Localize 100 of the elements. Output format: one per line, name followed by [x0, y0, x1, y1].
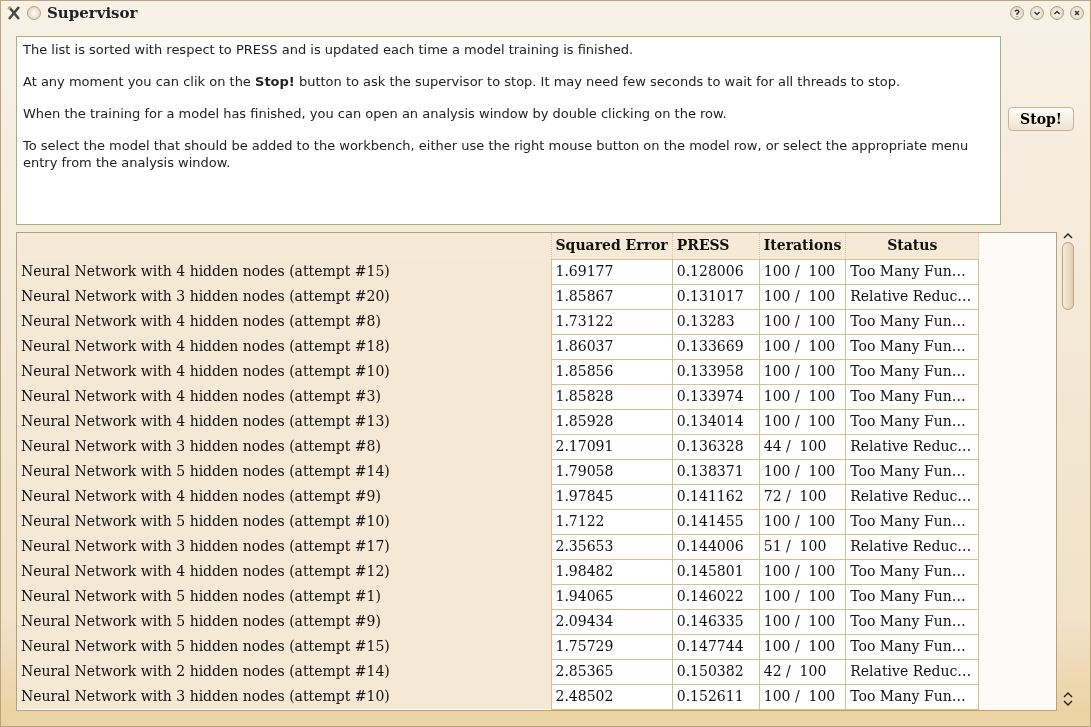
table-cell: 100 / 100 — [759, 634, 846, 659]
table-cell: 0.141162 — [672, 484, 760, 509]
row-header[interactable]: Neural Network with 4 hidden nodes (attempt #15) — [17, 259, 551, 284]
table-cell: 100 / 100 — [759, 409, 846, 434]
column-header[interactable]: Squared Error — [551, 233, 673, 259]
row-header[interactable]: Neural Network with 4 hidden nodes (attempt #12) — [17, 559, 551, 584]
table-cell: 2.17091 — [551, 434, 673, 459]
table-cell: 0.141455 — [672, 509, 760, 534]
table-cell: 100 / 100 — [759, 459, 846, 484]
table-cell: 1.85856 — [551, 359, 673, 384]
row-header[interactable]: Neural Network with 5 hidden nodes (attempt #14) — [17, 459, 551, 484]
window-app-icon — [7, 6, 21, 20]
table-cell: 100 / 100 — [759, 359, 846, 384]
table-cell: 2.35653 — [551, 534, 673, 559]
minimize-button[interactable] — [1030, 6, 1044, 20]
table-cell: 1.69177 — [551, 259, 673, 284]
close-icon — [1073, 9, 1081, 17]
table-cell: 0.146335 — [672, 609, 760, 634]
table-cell: Too Many Fun… — [845, 309, 979, 334]
table-cell: 42 / 100 — [759, 659, 846, 684]
chevron-up-icon — [1053, 9, 1061, 17]
table-cell: 0.146022 — [672, 584, 760, 609]
info-paragraph: At any moment you can clik on the Stop! button to ask the supervisor to stop. It may need few seconds to wait for all threads to stop. — [23, 73, 902, 90]
row-header[interactable]: Neural Network with 5 hidden nodes (attempt #15) — [17, 634, 551, 659]
window-title: Supervisor — [47, 2, 138, 24]
scroll-up-icon[interactable] — [1063, 691, 1073, 699]
table-cell: 100 / 100 — [759, 334, 846, 359]
column-header[interactable]: PRESS — [672, 233, 760, 259]
table-cell: 72 / 100 — [759, 484, 846, 509]
row-header[interactable]: Neural Network with 2 hidden nodes (attempt #14) — [17, 659, 551, 684]
column-header[interactable]: Iterations — [759, 233, 846, 259]
stop-button[interactable]: Stop! — [1008, 107, 1074, 131]
table-cell: Too Many Fun… — [845, 359, 979, 384]
table-cell: Too Many Fun… — [845, 384, 979, 409]
table-cell: 0.133958 — [672, 359, 760, 384]
table-cell: 51 / 100 — [759, 534, 846, 559]
table-cell: 2.48502 — [551, 684, 673, 709]
maximize-button[interactable] — [1050, 6, 1064, 20]
table-cell: 1.7122 — [551, 509, 673, 534]
row-header[interactable]: Neural Network with 3 hidden nodes (attempt #17) — [17, 534, 551, 559]
table-cell: 0.144006 — [672, 534, 760, 559]
table-cell: 0.13283 — [672, 309, 760, 334]
table-cell: 100 / 100 — [759, 259, 846, 284]
question-icon — [1013, 9, 1021, 17]
row-header[interactable]: Neural Network with 5 hidden nodes (attempt #1) — [17, 584, 551, 609]
table-cell: 1.85867 — [551, 284, 673, 309]
table-cell: Too Many Fun… — [845, 334, 979, 359]
table-cell: 100 / 100 — [759, 284, 846, 309]
row-header[interactable]: Neural Network with 4 hidden nodes (attempt #3) — [17, 384, 551, 409]
table-cell: Relative Reduc… — [845, 284, 979, 309]
scroll-down-icon[interactable] — [1063, 699, 1073, 707]
help-button[interactable] — [1010, 6, 1024, 20]
table-cell: 100 / 100 — [759, 559, 846, 584]
table-cell: Too Many Fun… — [845, 634, 979, 659]
table-cell: Relative Reduc… — [845, 534, 979, 559]
table-cell: 0.150382 — [672, 659, 760, 684]
table-cell: 0.131017 — [672, 284, 760, 309]
table-cell: Too Many Fun… — [845, 684, 979, 709]
table-cell: 0.128006 — [672, 259, 760, 284]
row-header[interactable]: Neural Network with 5 hidden nodes (attempt #9) — [17, 609, 551, 634]
table-cell: Too Many Fun… — [845, 409, 979, 434]
table-cell: Relative Reduc… — [845, 434, 979, 459]
table-cell: 100 / 100 — [759, 609, 846, 634]
table-cell: 1.86037 — [551, 334, 673, 359]
table-cell: Too Many Fun… — [845, 459, 979, 484]
table-cell: 2.85365 — [551, 659, 673, 684]
table-cell: 1.79058 — [551, 459, 673, 484]
row-header[interactable]: Neural Network with 3 hidden nodes (attempt #8) — [17, 434, 551, 459]
chevron-down-icon — [1033, 9, 1041, 17]
table-cell: 100 / 100 — [759, 509, 846, 534]
table-cell: Too Many Fun… — [845, 584, 979, 609]
table-cell: 0.152611 — [672, 684, 760, 709]
table-cell: 2.09434 — [551, 609, 673, 634]
row-header[interactable]: Neural Network with 3 hidden nodes (attempt #20) — [17, 284, 551, 309]
table-cell: Too Many Fun… — [845, 559, 979, 584]
table-cell: Too Many Fun… — [845, 609, 979, 634]
table-cell: 0.133669 — [672, 334, 760, 359]
info-paragraph: When the training for a model has finished, you can open an analysis window by double clicking on the row. — [23, 105, 728, 122]
scrollbar-thumb[interactable] — [1062, 242, 1074, 310]
column-header[interactable]: Status — [845, 233, 979, 259]
table-cell: 1.94065 — [551, 584, 673, 609]
table-cell: 100 / 100 — [759, 584, 846, 609]
row-header[interactable]: Neural Network with 3 hidden nodes (attempt #10) — [17, 684, 551, 709]
row-header[interactable]: Neural Network with 4 hidden nodes (attempt #13) — [17, 409, 551, 434]
table-cell: 1.98482 — [551, 559, 673, 584]
row-header[interactable]: Neural Network with 4 hidden nodes (attempt #9) — [17, 484, 551, 509]
row-header[interactable]: Neural Network with 4 hidden nodes (attempt #8) — [17, 309, 551, 334]
table-cell: Relative Reduc… — [845, 484, 979, 509]
table-cell: 100 / 100 — [759, 384, 846, 409]
table-cell: 100 / 100 — [759, 309, 846, 334]
table-cell: 100 / 100 — [759, 684, 846, 709]
table-cell: 0.138371 — [672, 459, 760, 484]
table-cell: 0.145801 — [672, 559, 760, 584]
table-cell: Too Many Fun… — [845, 509, 979, 534]
row-header[interactable]: Neural Network with 5 hidden nodes (attempt #10) — [17, 509, 551, 534]
row-header[interactable]: Neural Network with 4 hidden nodes (attempt #10) — [17, 359, 551, 384]
row-header[interactable]: Neural Network with 4 hidden nodes (attempt #18) — [17, 334, 551, 359]
close-button[interactable] — [1070, 6, 1084, 20]
table-cell: 0.136328 — [672, 434, 760, 459]
scroll-up-icon[interactable] — [1063, 232, 1073, 240]
